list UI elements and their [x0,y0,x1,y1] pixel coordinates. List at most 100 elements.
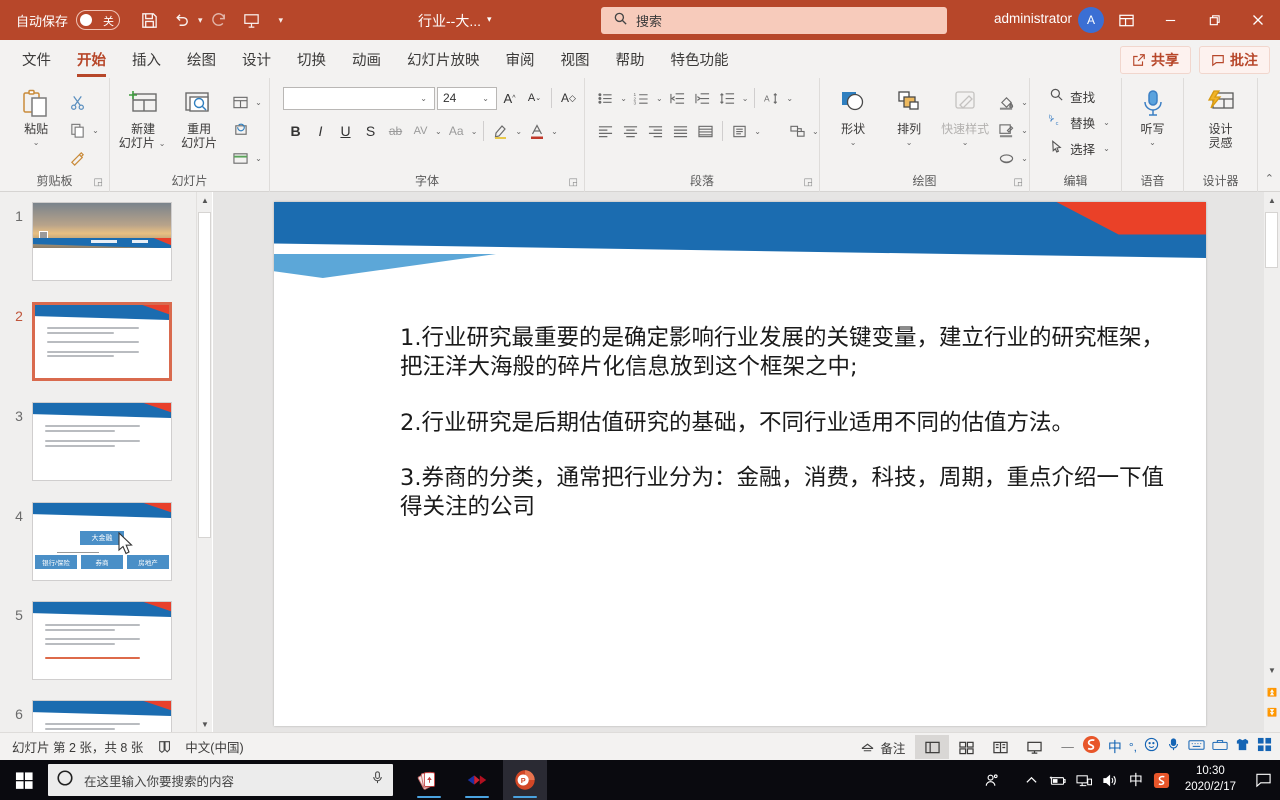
bold-button[interactable]: B [283,118,308,144]
paragraph-dialog-launcher[interactable]: ◲ [804,177,813,188]
minimize-button[interactable] [1148,0,1192,40]
underline-button[interactable]: U [333,118,358,144]
thumbnail-preview[interactable] [32,700,172,732]
tab-design[interactable]: 设计 [232,45,281,74]
thumbnail-preview-selected[interactable] [32,302,172,381]
copy-icon[interactable] [64,117,90,143]
change-case-button[interactable]: Aa [444,118,469,144]
scroll-up-icon[interactable]: ▲ [1264,192,1280,208]
panel-scrollbar[interactable]: ▲ ▼ [196,192,212,732]
soft-keyboard-icon[interactable] [1188,738,1205,757]
paste-dropdown-caret[interactable]: ⌄ [33,138,40,147]
ime-mode-label[interactable]: 中 [1108,737,1122,757]
italic-button[interactable]: I [308,118,333,144]
scroll-up-icon[interactable]: ▲ [197,192,213,208]
slide-sorter-icon[interactable] [949,735,983,759]
reset-slide-icon[interactable] [227,117,253,143]
bullet-list-icon[interactable] [593,85,618,111]
thumbnail-preview[interactable] [32,601,172,680]
tab-review[interactable]: 审阅 [496,45,545,74]
taskbar-search-input[interactable]: 在这里输入你要搜索的内容 [48,764,393,796]
volume-icon[interactable] [1097,760,1123,800]
show-hidden-icons-icon[interactable] [1019,760,1045,800]
text-shadow-button[interactable]: S [358,118,383,144]
select-caret[interactable]: ⌄ [1101,144,1112,153]
zoom-out-button[interactable]: — [1061,740,1074,754]
replace-caret[interactable]: ⌄ [1101,118,1112,127]
shape-effects-caret[interactable]: ⌄ [1019,154,1030,163]
font-color-caret[interactable]: ⌄ [549,127,560,136]
justify-icon[interactable] [668,118,693,144]
search-box[interactable]: 搜索 [601,7,947,34]
ime-punctuation-label[interactable]: °, [1129,740,1137,754]
ime-toolbox-icon[interactable] [1212,738,1228,757]
undo-dropdown-caret[interactable]: ▾ [198,15,203,26]
skin-icon[interactable] [1235,737,1250,757]
section-dropdown-caret[interactable]: ⌄ [253,154,264,163]
powerpoint-app[interactable]: P [503,760,547,800]
cut-icon[interactable] [64,89,90,115]
new-slide-button[interactable]: 新建 幻灯片 ⌄ [115,85,171,171]
new-slide-dropdown-caret[interactable]: ⌄ [157,139,168,148]
align-text-icon[interactable] [727,118,752,144]
cortana-circle-icon[interactable] [56,769,74,792]
paste-button[interactable]: 粘贴 ⌄ [8,85,64,171]
grow-font-button[interactable]: A ^ [497,85,522,111]
save-icon[interactable] [134,5,164,35]
user-name[interactable]: administrator [994,11,1072,26]
thumbnail-2[interactable]: 2 [6,302,172,381]
autosave-toggle[interactable]: 自动保存 关 [16,10,121,30]
shape-effects-icon[interactable] [993,145,1019,171]
replace-button[interactable]: b c 替换 ⌄ [1045,109,1112,135]
decrease-indent-icon[interactable] [665,85,690,111]
reading-view-icon[interactable] [983,735,1017,759]
share-button[interactable]: 共享 [1120,46,1191,74]
align-text-caret[interactable]: ⌄ [752,127,763,136]
editor-vertical-scrollbar[interactable]: ▲ ▼ ⏫ ⏬ [1264,192,1280,732]
quick-styles-button[interactable]: 快速样式 ⌄ [937,85,993,171]
microphone-icon[interactable] [1166,737,1181,757]
text-direction-icon[interactable]: A [759,85,784,111]
thumbnail-6[interactable]: 6 [6,700,172,732]
tray-ime-label[interactable]: 中 [1123,760,1149,800]
ribbon-display-options-icon[interactable] [1104,0,1148,40]
text-highlight-icon[interactable] [488,118,513,144]
shapes-button[interactable]: 形状 ⌄ [825,85,881,171]
text-direction-caret[interactable]: ⌄ [784,94,795,103]
people-icon[interactable] [979,760,1005,800]
design-ideas-button[interactable]: 设计 灵感 [1193,85,1249,151]
comment-button[interactable]: 批注 [1199,46,1270,74]
scroll-down-icon[interactable]: ▼ [1264,662,1280,678]
thumbnail-preview-diagram[interactable]: 大金融 银行/保险 券商 房地产 [32,502,172,581]
battery-icon[interactable] [1045,760,1071,800]
shape-fill-icon[interactable] [993,89,1019,115]
align-left-icon[interactable] [593,118,618,144]
slide-show-icon[interactable] [1017,735,1051,759]
slide-thumbnail-panel[interactable]: 1 2 3 4 大金融 银行/保险 券商 房地产 5 6 [0,192,196,732]
slide-layout-icon[interactable] [227,89,253,115]
font-name-caret[interactable]: ⌄ [418,94,429,103]
clear-formatting-button[interactable]: A ◇ [556,85,581,111]
notes-button[interactable]: 备注 [850,738,915,757]
panel-scroll-thumb[interactable] [198,212,211,538]
slide-section-icon[interactable] [227,145,253,171]
tab-transitions[interactable]: 切换 [287,45,336,74]
strikethrough-button[interactable]: ab [383,118,408,144]
slide-position-indicator[interactable]: 幻灯片 第 2 张，共 8 张 [12,737,143,756]
character-spacing-button[interactable]: AV [408,118,433,144]
document-title-caret[interactable]: ▾ [487,14,492,25]
emoji-icon[interactable] [1144,737,1159,757]
dictate-caret[interactable]: ⌄ [1149,138,1156,147]
tab-home[interactable]: 开始 [67,45,116,77]
thumbnail-1[interactable]: 1 [6,202,172,281]
align-center-icon[interactable] [618,118,643,144]
slide-content-textbox[interactable]: 1.行业研究最重要的是确定影响行业发展的关键变量，建立行业的研究框架，把汪洋大海… [400,324,1186,549]
shrink-font-button[interactable]: A ⌄ [522,85,547,111]
scroll-down-icon[interactable]: ▼ [197,716,213,732]
font-name-input[interactable]: ⌄ [283,86,435,110]
dictate-button[interactable]: 听写 ⌄ [1125,85,1181,147]
numbering-caret[interactable]: ⌄ [654,94,665,103]
font-dialog-launcher[interactable]: ◲ [569,177,578,188]
close-button[interactable] [1236,0,1280,40]
font-size-input[interactable]: 24 ⌄ [437,86,497,110]
